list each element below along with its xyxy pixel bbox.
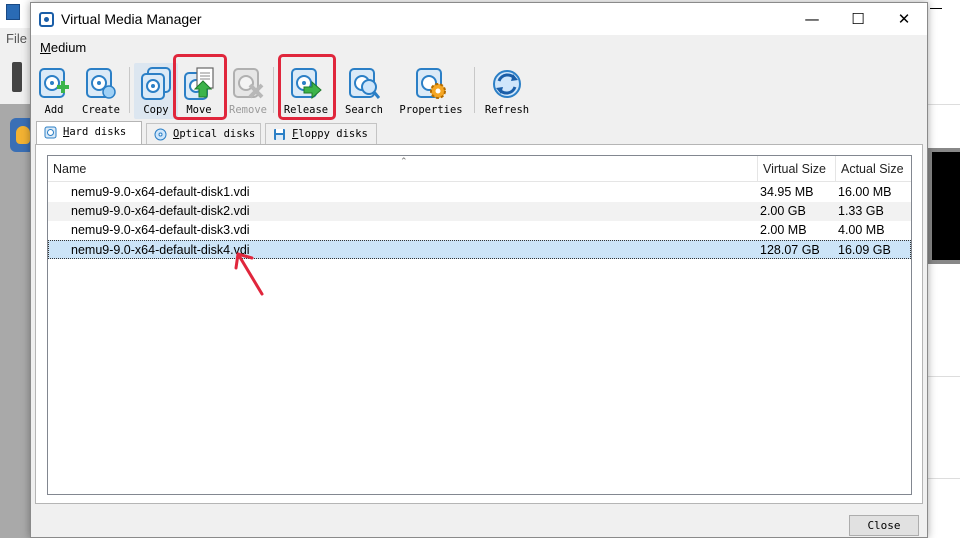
properties-button[interactable]: Properties <box>399 63 463 119</box>
dialog-titlebar: Virtual Media Manager — ☐ ✕ <box>31 3 927 35</box>
cell-actual-size: 16.09 GB <box>838 243 891 257</box>
minimize-button[interactable]: — <box>789 3 835 35</box>
properties-gear-icon <box>416 68 446 99</box>
background-menu-file[interactable]: File <box>6 31 27 46</box>
menu-medium-mnemonic: M <box>40 40 51 55</box>
tab-floppy-disks-rest: loppy disks <box>298 128 368 140</box>
sort-ascending-icon: ⌃ <box>400 156 408 166</box>
menu-bar: Medium <box>31 35 927 59</box>
tab-optical-disks[interactable]: Optical disks <box>146 123 261 145</box>
floppy-disk-icon <box>274 129 285 140</box>
cell-name: nemu9-9.0-x64-default-disk3.vdi <box>71 223 250 237</box>
search-icon <box>349 68 380 99</box>
hard-disks-panel: Name ⌃ Virtual Size Actual Size nemu9-9.… <box>35 144 923 504</box>
tab-optical-disks-rest: ptical disks <box>179 128 256 140</box>
cell-virtual-size: 2.00 GB <box>760 204 806 218</box>
release-highlight-box <box>278 54 336 120</box>
add-disk-icon <box>39 68 69 98</box>
background-vm-list <box>0 104 32 538</box>
toolbar: Add Create Copy Move Remove Release Sear… <box>31 54 927 120</box>
hard-disk-icon <box>44 126 57 139</box>
refresh-icon <box>493 70 521 98</box>
media-table: Name ⌃ Virtual Size Actual Size nemu9-9.… <box>47 155 912 495</box>
background-details-pane <box>926 28 960 538</box>
background-vm-preview <box>928 148 960 264</box>
remove-button[interactable]: Remove <box>226 63 270 119</box>
copy-disk-icon <box>141 67 171 100</box>
background-minimize-icon[interactable] <box>930 8 942 9</box>
media-type-tabs: Hard disks Optical disks Floppy disks <box>35 121 923 145</box>
move-highlight-box <box>173 54 227 120</box>
dialog-button-bar: Close <box>31 507 927 537</box>
cell-actual-size: 4.00 MB <box>838 223 885 237</box>
maximize-button[interactable]: ☐ <box>835 3 881 35</box>
create-button[interactable]: Create <box>79 63 123 119</box>
menu-medium[interactable]: Medium <box>40 40 86 55</box>
cell-actual-size: 16.00 MB <box>838 185 892 199</box>
search-button[interactable]: Search <box>342 63 386 119</box>
column-header-actual-size[interactable]: Actual Size <box>836 156 911 182</box>
tab-floppy-disks[interactable]: Floppy disks <box>265 123 377 145</box>
table-row[interactable]: nemu9-9.0-x64-default-disk3.vdi 2.00 MB … <box>48 221 911 240</box>
tab-hard-disks-rest: ard disks <box>69 126 127 138</box>
virtual-media-manager-dialog: Virtual Media Manager — ☐ ✕ Medium Add C… <box>30 2 928 538</box>
background-vm-item[interactable] <box>10 118 32 152</box>
menu-medium-rest: edium <box>50 40 87 55</box>
cell-virtual-size: 2.00 MB <box>760 223 807 237</box>
cell-name: nemu9-9.0-x64-default-disk1.vdi <box>71 185 250 199</box>
table-row[interactable]: nemu9-9.0-x64-default-disk1.vdi 34.95 MB… <box>48 183 911 202</box>
column-header-virtual-size[interactable]: Virtual Size <box>758 156 836 182</box>
cell-virtual-size: 128.07 GB <box>760 243 820 257</box>
vm-os-icon <box>16 126 30 144</box>
close-window-button[interactable]: ✕ <box>881 3 927 35</box>
refresh-button[interactable]: Refresh <box>485 63 529 119</box>
table-row-selected[interactable]: nemu9-9.0-x64-default-disk4.vdi 128.07 G… <box>48 240 911 259</box>
search-label: Search <box>345 104 383 116</box>
properties-label: Properties <box>399 104 463 116</box>
annotation-arrow-icon <box>234 252 264 296</box>
virtualbox-app-icon <box>6 4 20 20</box>
table-header: Name ⌃ Virtual Size Actual Size <box>48 156 911 182</box>
cell-virtual-size: 34.95 MB <box>760 185 814 199</box>
tab-hard-disks[interactable]: Hard disks <box>36 121 142 145</box>
cell-name: nemu9-9.0-x64-default-disk2.vdi <box>71 204 250 218</box>
table-row[interactable]: nemu9-9.0-x64-default-disk2.vdi 2.00 GB … <box>48 202 911 221</box>
cell-actual-size: 1.33 GB <box>838 204 884 218</box>
refresh-label: Refresh <box>484 104 530 116</box>
cell-name: nemu9-9.0-x64-default-disk4.vdi <box>71 243 250 257</box>
media-manager-icon <box>39 12 54 27</box>
optical-disk-icon <box>154 128 167 141</box>
tools-icon[interactable] <box>12 62 22 92</box>
create-disk-icon <box>86 68 116 99</box>
dialog-title: Virtual Media Manager <box>61 11 202 27</box>
remove-disk-icon <box>233 68 264 99</box>
close-button[interactable]: Close <box>849 515 919 536</box>
